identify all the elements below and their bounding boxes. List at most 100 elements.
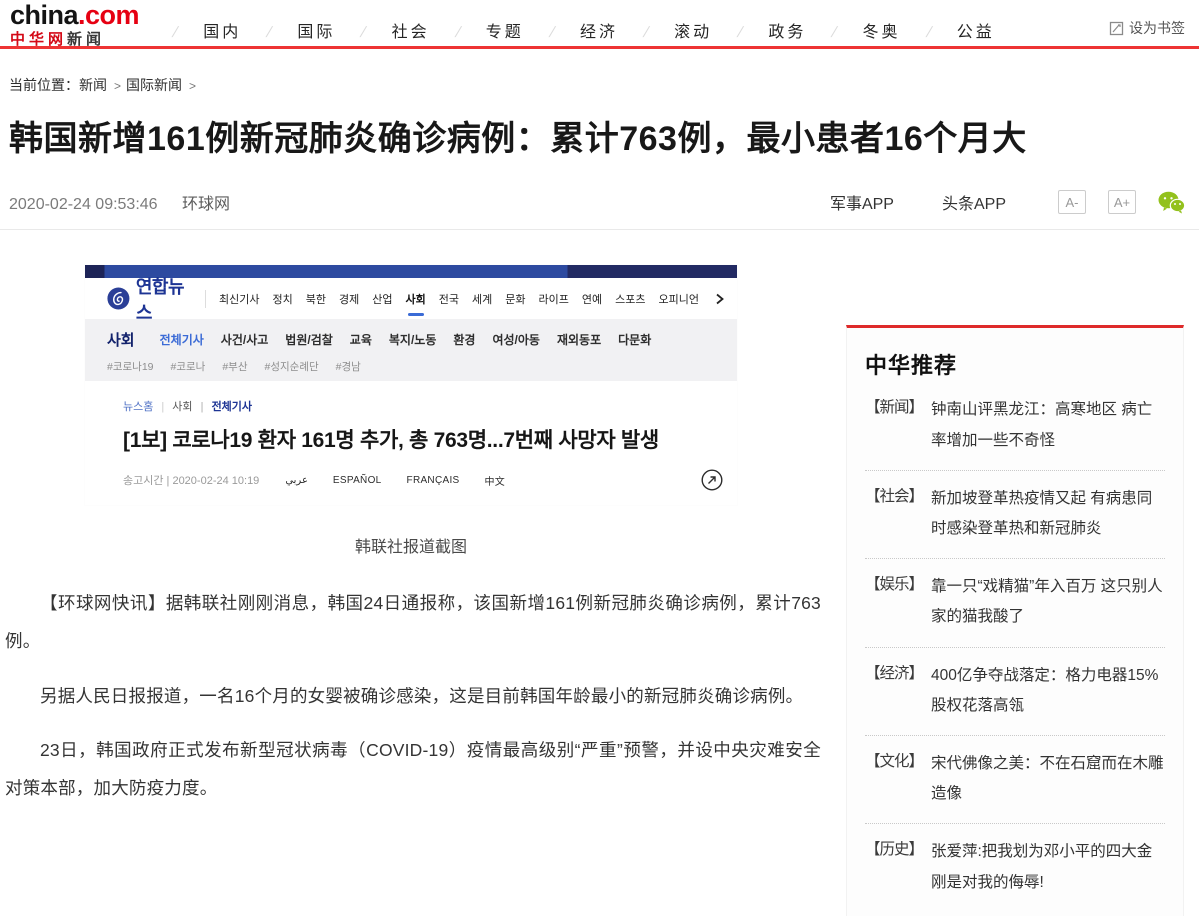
breadcrumb-link-news[interactable]: 新闻 bbox=[79, 77, 126, 93]
hashtag-busan[interactable]: #부산 bbox=[222, 359, 247, 374]
yonhap-subnav-multicultural[interactable]: 다문화 bbox=[618, 331, 651, 348]
yonhap-subnav-incident[interactable]: 사건/사고 bbox=[221, 331, 269, 348]
recommend-item-news[interactable]: 【新闻】 钟南山评黑龙江：高寒地区 病亡率增加一些不奇怪 bbox=[865, 382, 1165, 470]
yonhap-logo-text: 연합뉴스 bbox=[136, 273, 190, 325]
lang-arabic[interactable]: عربي bbox=[285, 475, 308, 486]
recommend-item-economy[interactable]: 【经济】 400亿争夺战落定：格力电器15%股权花落高瓴 bbox=[865, 648, 1165, 736]
yonhap-breadcrumb: 뉴스홈 사회 전체기사 bbox=[123, 398, 723, 414]
recommend-sidebar: 中华推荐 【新闻】 钟南山评黑龙江：高寒地区 病亡率增加一些不奇怪 【社会】 新… bbox=[846, 325, 1184, 916]
image-caption: 韩联社报道截图 bbox=[85, 533, 737, 557]
yonhap-nav-life[interactable]: 라이프 bbox=[539, 291, 569, 307]
recommend-text: 张爱萍:把我划为邓小平的四大金刚是对我的侮辱! bbox=[931, 837, 1165, 897]
military-app-link[interactable]: 军事APP bbox=[830, 190, 894, 214]
recommend-text: 400亿争夺战落定：格力电器15%股权花落高瓴 bbox=[931, 661, 1165, 721]
page-title: 韩国新增161例新冠肺炎确诊病例：累计763例，最小患者16个月大 bbox=[9, 115, 1189, 164]
nav-item-charity[interactable]: 公益 bbox=[901, 18, 995, 42]
bookmark-label: 设为书签 bbox=[1129, 18, 1185, 38]
yonhap-logo[interactable]: 연합뉴스 bbox=[107, 273, 190, 325]
nav-item-international[interactable]: 国际 bbox=[241, 18, 335, 42]
recommend-item-entertainment[interactable]: 【娱乐】 靠一只“戏精猫”年入百万 这只别人家的猫我酸了 bbox=[865, 559, 1165, 647]
nav-item-winter-olympics[interactable]: 冬奥 bbox=[806, 18, 900, 42]
recommend-item-history[interactable]: 【历史】 张爱萍:把我划为邓小平的四大金刚是对我的侮辱! bbox=[865, 824, 1165, 911]
yonhap-nav-world[interactable]: 세계 bbox=[472, 291, 492, 307]
article-paragraph: 23日，韩国政府正式发布新型冠状病毒（COVID-19）疫情最高级别“严重”预警… bbox=[5, 732, 821, 807]
yonhap-nav-sports[interactable]: 스포츠 bbox=[615, 291, 645, 307]
recommend-text: 钟南山评黑龙江：高寒地区 病亡率增加一些不奇怪 bbox=[931, 395, 1165, 455]
hashtag-gyeongnam[interactable]: #경남 bbox=[336, 359, 361, 374]
yonhap-subnav-environment[interactable]: 환경 bbox=[453, 331, 475, 348]
logo-subtitle: 中华网新闻 bbox=[10, 32, 139, 47]
yonhap-language-links: عربي ESPAÑOL FRANÇAIS 中文 bbox=[285, 473, 505, 488]
article-meta-right: 军事APP 头条APP A- A+ bbox=[782, 190, 1185, 214]
yonhap-screenshot-image: 연합뉴스 최신기사 정치 북한 경제 산업 사회 전국 세계 문화 라이프 연예… bbox=[85, 265, 737, 505]
article-paragraph: 另据人民日报报道，一名16个月的女婴被确诊感染，这是目前韩国年龄最小的新冠肺炎确… bbox=[5, 678, 821, 716]
article-paragraph: 【环球网快讯】据韩联社刚刚消息，韩国24日通报称，该国新增161例新冠肺炎确诊病… bbox=[5, 585, 821, 660]
yonhap-nav-latest[interactable]: 최신기사 bbox=[219, 291, 259, 307]
yonhap-bc-society[interactable]: 사회 bbox=[153, 398, 192, 414]
logo-brand: china bbox=[10, 0, 78, 30]
recommend-category: 【新闻】 bbox=[865, 395, 931, 455]
recommend-item-society[interactable]: 【社会】 新加坡登革热疫情又起 有病患同时感染登革热和新冠肺炎 bbox=[865, 471, 1165, 559]
hashtag-corona[interactable]: #코로나 bbox=[171, 359, 206, 374]
publish-time: 2020-02-24 09:53:46 bbox=[9, 196, 158, 213]
share-icon[interactable] bbox=[701, 469, 723, 491]
yonhap-logo-icon bbox=[107, 285, 130, 312]
font-decrease-button[interactable]: A- bbox=[1058, 190, 1086, 214]
yonhap-nav: 최신기사 정치 북한 경제 산업 사회 전국 세계 문화 라이프 연예 스포츠 … bbox=[219, 291, 725, 307]
logo-sub-red: 中华网 bbox=[10, 31, 67, 48]
yonhap-subnav-education[interactable]: 교육 bbox=[350, 331, 372, 348]
yonhap-header: 연합뉴스 최신기사 정치 북한 경제 산업 사회 전국 세계 문화 라이프 연예… bbox=[85, 278, 737, 319]
toutiao-app-link[interactable]: 头条APP bbox=[942, 190, 1006, 214]
hashtag-corona19[interactable]: #코로나19 bbox=[107, 359, 154, 374]
yonhap-nav-economy[interactable]: 경제 bbox=[339, 291, 359, 307]
wechat-share-icon[interactable] bbox=[1158, 191, 1185, 214]
yonhap-nav-entertainment[interactable]: 연예 bbox=[582, 291, 602, 307]
recommend-category: 【经济】 bbox=[865, 661, 931, 721]
bookmark-button[interactable]: 设为书签 bbox=[1109, 18, 1185, 38]
yonhap-subnav-court[interactable]: 법원/검찰 bbox=[285, 331, 333, 348]
font-increase-button[interactable]: A+ bbox=[1108, 190, 1136, 214]
main-nav: 国内 国际 社会 专题 经济 滚动 政务 冬奥 公益 bbox=[147, 18, 995, 42]
article-body: 【环球网快讯】据韩联社刚刚消息，韩国24日通报称，该国新增161例新冠肺炎确诊病… bbox=[5, 585, 821, 807]
yonhap-subnav: 사회 전체기사 사건/사고 법원/검찰 교육 복지/노동 환경 여성/아동 재외… bbox=[85, 319, 737, 381]
breadcrumb-link-international-news[interactable]: 国际新闻 bbox=[126, 77, 201, 93]
yonhap-nav-culture[interactable]: 문화 bbox=[505, 291, 525, 307]
yonhap-headline: [1보] 코로나19 환자 161명 추가, 총 763명...7번째 사망자 … bbox=[123, 424, 723, 454]
yonhap-nav-national[interactable]: 전국 bbox=[439, 291, 459, 307]
breadcrumb-label: 当前位置： bbox=[9, 77, 79, 93]
yonhap-nav-politics[interactable]: 정치 bbox=[273, 291, 293, 307]
nav-item-government[interactable]: 政务 bbox=[712, 18, 806, 42]
recommend-item-culture[interactable]: 【文化】 宋代佛像之美：不在石窟而在木雕造像 bbox=[865, 736, 1165, 824]
lang-spanish[interactable]: ESPAÑOL bbox=[333, 475, 382, 486]
yonhap-bc-all[interactable]: 전체기사 bbox=[192, 398, 252, 414]
yonhap-nav-industry[interactable]: 산업 bbox=[372, 291, 392, 307]
yonhap-subnav-welfare[interactable]: 복지/노동 bbox=[389, 331, 437, 348]
nav-item-domestic[interactable]: 国内 bbox=[147, 18, 241, 42]
yonhap-byline: 송고시간 | 2020-02-24 10:19 عربي ESPAÑOL FRA… bbox=[123, 469, 723, 491]
yonhap-bc-home[interactable]: 뉴스홈 bbox=[123, 398, 153, 414]
lang-chinese[interactable]: 中文 bbox=[485, 473, 506, 488]
site-logo[interactable]: china.com 中华网新闻 bbox=[10, 2, 139, 47]
yonhap-publish-time: 송고시간 | 2020-02-24 10:19 bbox=[123, 472, 259, 488]
yonhap-nav-opinion[interactable]: 오피니언 bbox=[659, 291, 699, 307]
nav-item-society[interactable]: 社会 bbox=[335, 18, 429, 42]
lang-french[interactable]: FRANÇAIS bbox=[407, 475, 460, 486]
nav-item-economy[interactable]: 经济 bbox=[524, 18, 618, 42]
recommend-text: 靠一只“戏精猫”年入百万 这只别人家的猫我酸了 bbox=[931, 572, 1165, 632]
recommend-category: 【社会】 bbox=[865, 484, 931, 544]
article-column: 연합뉴스 최신기사 정치 북한 경제 산업 사회 전국 세계 문화 라이프 연예… bbox=[0, 265, 822, 807]
yonhap-section-title: 사회 bbox=[107, 329, 135, 350]
yonhap-nav-nk[interactable]: 북한 bbox=[306, 291, 326, 307]
nav-item-special[interactable]: 专题 bbox=[430, 18, 524, 42]
yonhap-subnav-all[interactable]: 전체기사 bbox=[160, 331, 204, 348]
yonhap-subnav-women[interactable]: 여성/아동 bbox=[492, 331, 540, 348]
chevron-right-icon[interactable] bbox=[714, 293, 725, 305]
yonhap-subnav-overseas[interactable]: 재외동포 bbox=[557, 331, 601, 348]
logo-wordmark: china.com bbox=[10, 2, 139, 29]
hashtag-pilgrimage[interactable]: #성지순례단 bbox=[265, 359, 319, 374]
nav-item-rolling[interactable]: 滚动 bbox=[618, 18, 712, 42]
article-source[interactable]: 环球网 bbox=[182, 196, 230, 213]
yonhap-nav-society[interactable]: 사회 bbox=[406, 291, 426, 307]
logo-sub-dark: 新闻 bbox=[67, 31, 105, 48]
yonhap-subnav-row: 사회 전체기사 사건/사고 법원/검찰 교육 복지/노동 환경 여성/아동 재외… bbox=[107, 329, 721, 350]
